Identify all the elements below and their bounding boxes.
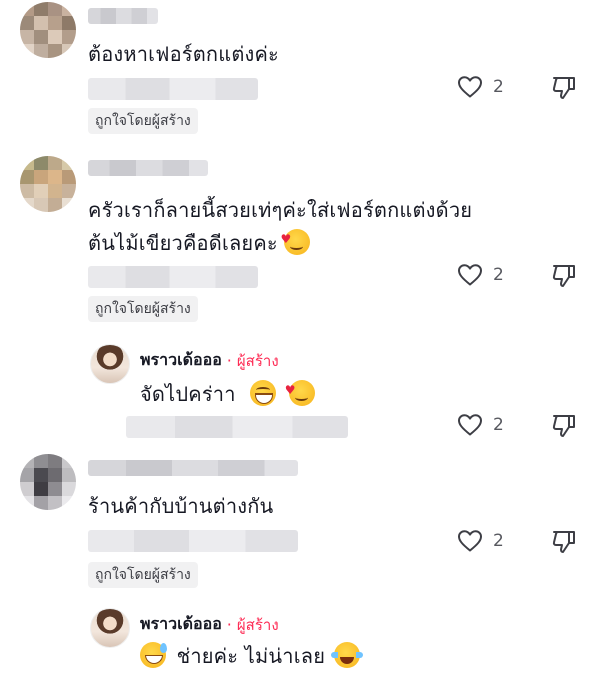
reply-author-name[interactable]: พราวเด้อออ — [140, 612, 222, 637]
liked-by-creator-badge: ถูกใจโดยผู้สร้าง — [88, 562, 198, 588]
grinning-face-icon — [250, 380, 277, 406]
like-button[interactable]: 2 — [457, 263, 504, 287]
like-button[interactable]: 2 — [457, 75, 504, 99]
reply-text: ช่ายค่ะ ไม่น่าเลย — [140, 640, 363, 673]
thumbs-down-icon — [552, 77, 575, 99]
grinning-face-with-sweat-icon — [140, 642, 167, 668]
comment-text-line: ครัวเราก็ลายนี้สวยเท่ๆค่ะใส่เฟอร์ตกแต่งด… — [88, 198, 473, 222]
like-count: 2 — [493, 415, 504, 435]
avatar[interactable] — [20, 2, 76, 58]
like-count: 2 — [493, 531, 504, 551]
like-button[interactable]: 2 — [457, 413, 504, 437]
comment-item: ร้านค้ากับบ้านต่างกัน 2 ถูกใจโดยผู้สร้าง — [0, 450, 600, 600]
username-blurred[interactable] — [88, 460, 298, 476]
separator-dot: · — [226, 615, 232, 634]
dislike-button[interactable] — [551, 263, 577, 289]
like-count: 2 — [493, 265, 504, 285]
reply-item: พราวเด้อออ · ผู้สร้าง จัดไปคร่าา 2 — [0, 340, 600, 450]
separator-dot: · — [226, 351, 232, 370]
creator-avatar[interactable] — [90, 608, 130, 648]
creator-avatar[interactable] — [90, 344, 130, 384]
comment-text: ร้านค้ากับบ้านต่างกัน — [88, 494, 274, 518]
heart-outline-icon — [458, 414, 482, 436]
creator-label: ผู้สร้าง — [236, 351, 279, 370]
thumbs-down-icon — [552, 531, 575, 553]
creator-label: ผู้สร้าง — [236, 615, 279, 634]
comment-item: ต้องหาเฟอร์ตกแต่งค่ะ 2 ถูกใจโดยผู้สร้าง — [0, 0, 600, 150]
comment-meta-blurred — [88, 78, 258, 100]
thumbs-down-icon — [552, 415, 575, 437]
reply-text: จัดไปคร่าา — [140, 374, 315, 411]
username-blurred[interactable] — [88, 160, 208, 176]
reply-text-content: จัดไปคร่าา — [140, 382, 236, 406]
comment-meta-blurred — [88, 530, 298, 552]
comment-text-line: ต้นไม้เขียวคือดีเลยคะ — [88, 231, 278, 255]
like-count: 2 — [493, 77, 504, 97]
reply-text-content: ช่ายค่ะ ไม่น่าเลย — [176, 644, 326, 668]
dislike-button[interactable] — [551, 75, 577, 101]
avatar[interactable] — [20, 156, 76, 212]
reply-header: พราวเด้อออ · ผู้สร้าง — [140, 612, 279, 637]
username-blurred[interactable] — [88, 8, 158, 24]
liked-by-creator-badge: ถูกใจโดยผู้สร้าง — [88, 296, 198, 322]
face-with-tears-of-joy-icon — [330, 642, 363, 668]
reply-header: พราวเด้อออ · ผู้สร้าง — [140, 348, 279, 373]
heart-outline-icon — [458, 264, 482, 286]
liked-by-creator-badge: ถูกใจโดยผู้สร้าง — [88, 108, 198, 134]
comment-text: ต้องหาเฟอร์ตกแต่งค่ะ — [88, 42, 279, 66]
dislike-button[interactable] — [551, 529, 577, 555]
comment-item: ครัวเราก็ลายนี้สวยเท่ๆค่ะใส่เฟอร์ตกแต่งด… — [0, 150, 600, 340]
heart-outline-icon — [458, 76, 482, 98]
comment-text: ครัวเราก็ลายนี้สวยเท่ๆค่ะใส่เฟอร์ตกแต่งด… — [88, 194, 472, 260]
dislike-button[interactable] — [551, 413, 577, 439]
smiling-face-with-hearts-icon — [285, 374, 315, 407]
reply-item: พราวเด้อออ · ผู้สร้าง ช่ายค่ะ ไม่น่าเลย — [0, 600, 600, 675]
thumbs-down-icon — [552, 265, 575, 287]
reply-author-name[interactable]: พราวเด้อออ — [140, 348, 222, 373]
like-button[interactable]: 2 — [457, 529, 504, 553]
reply-meta-blurred — [126, 416, 348, 438]
smiling-face-with-hearts-icon — [280, 223, 311, 256]
heart-outline-icon — [458, 530, 482, 552]
avatar[interactable] — [20, 454, 76, 510]
comment-meta-blurred — [88, 266, 258, 288]
